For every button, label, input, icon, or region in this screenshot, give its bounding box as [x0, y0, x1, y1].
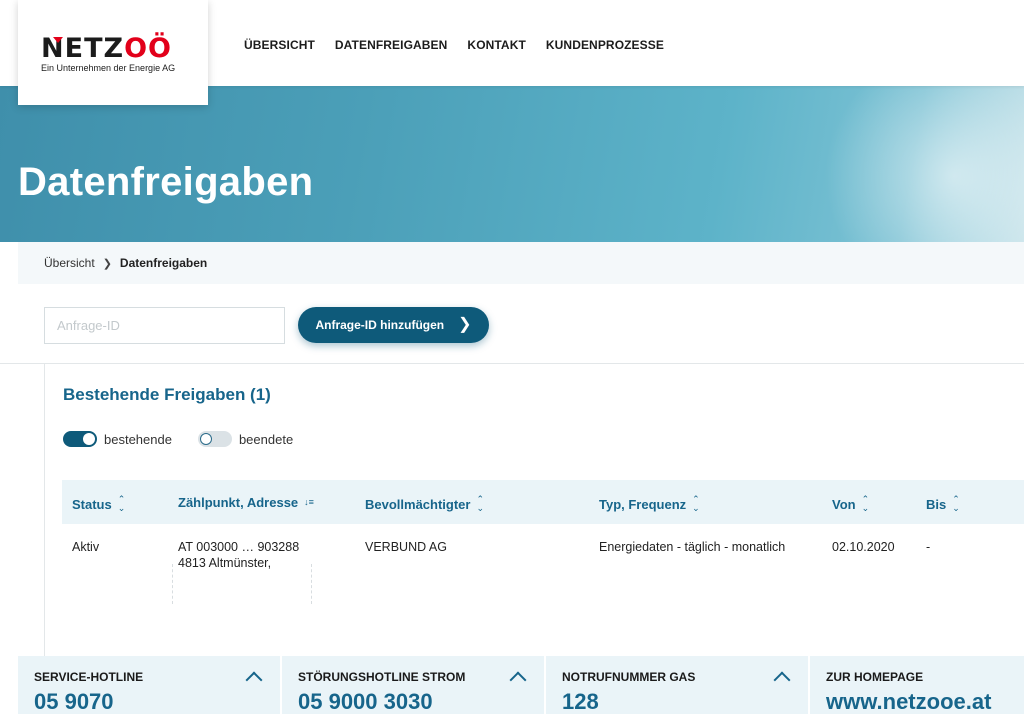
- footer-label: Störungshotline Strom: [298, 670, 466, 684]
- nav-item-kontakt[interactable]: Kontakt: [467, 38, 525, 52]
- footer-label: Notrufnummer Gas: [562, 670, 696, 684]
- chevron-up-icon[interactable]: [245, 671, 263, 689]
- page-title: Datenfreigaben: [18, 160, 314, 204]
- add-anfrage-id-button[interactable]: Anfrage-ID hinzufügen ❯: [298, 307, 489, 343]
- cell-zaehlpunkt: AT 003000 … 903288: [178, 540, 300, 554]
- main-navigation: Übersicht Datenfreigaben Kontakt Kundenp…: [244, 38, 664, 52]
- logo-subtitle: Ein Unternehmen der Energie AG: [41, 63, 176, 73]
- chevron-up-icon[interactable]: [773, 671, 791, 689]
- column-header-bevollmaechtigter[interactable]: Bevollmächtigter ⌃ ⌄: [365, 495, 484, 513]
- homepage-link[interactable]: www.netzooe.at: [826, 689, 991, 714]
- cell-bis: -: [926, 540, 931, 554]
- cell-von: 02.10.2020: [832, 540, 895, 554]
- footer-service-hotline: Service-Hotline 05 9070: [18, 656, 282, 714]
- sort-updown-icon: ⌃ ⌄: [692, 494, 700, 513]
- footer-stoerungshotline-strom: Störungshotline Strom 05 9000 3030: [282, 656, 546, 714]
- breadcrumb: Übersicht ❯ Datenfreigaben: [18, 242, 1024, 284]
- toggle-bestehende[interactable]: bestehende: [63, 431, 172, 447]
- footer-phone-link[interactable]: 05 9070: [34, 689, 114, 714]
- footer-phone-link[interactable]: 128: [562, 689, 599, 714]
- logo-accent-mark: [53, 37, 63, 43]
- toggle-switch-on[interactable]: [63, 431, 97, 447]
- sort-updown-icon: ⌃ ⌄: [952, 494, 960, 513]
- anfrage-id-input[interactable]: [44, 307, 285, 344]
- cell-typ-frequenz: Energiedaten - täglich - monatlich: [599, 540, 786, 554]
- nav-item-datenfreigaben[interactable]: Datenfreigaben: [335, 38, 448, 52]
- chevron-right-icon: ❯: [458, 316, 472, 333]
- sort-descending-icon: ↓≡: [304, 497, 314, 507]
- filter-toggles: bestehende beendete: [63, 431, 319, 447]
- toggle-beendete[interactable]: beendete: [197, 431, 294, 447]
- hotline-footer: Service-Hotline 05 9070 Störungshotline …: [18, 656, 1024, 714]
- table-header: Status ⌃ ⌄ Zählpunkt, Adresse ↓≡ Bevollmäch…: [62, 480, 1024, 524]
- logo[interactable]: NETZOÖ Ein Unternehmen der Energie AG: [18, 0, 208, 105]
- add-anfrage-id-button-label: Anfrage-ID hinzufügen: [315, 318, 445, 332]
- sort-updown-icon: ⌃ ⌄: [117, 494, 126, 513]
- sort-updown-icon: ⌃ ⌄: [861, 494, 870, 513]
- footer-label: Zur Homepage: [826, 670, 924, 684]
- toggle-knob: [83, 433, 95, 445]
- chevron-right-icon: ❯: [102, 257, 112, 270]
- panel-title: Bestehende Freigaben (1): [63, 385, 271, 404]
- toggle-label: bestehende: [104, 431, 172, 447]
- address-overflow-area: [172, 564, 312, 604]
- breadcrumb-current: Datenfreigaben: [119, 256, 208, 270]
- column-header-zaehlpunkt[interactable]: Zählpunkt, Adresse ↓≡: [178, 495, 314, 510]
- breadcrumb-home-link[interactable]: Übersicht: [44, 256, 95, 270]
- column-header-von[interactable]: Von ⌃ ⌄: [832, 495, 869, 513]
- footer-notrufnummer-gas: Notrufnummer Gas 128: [546, 656, 810, 714]
- nav-item-uebersicht[interactable]: Übersicht: [244, 38, 315, 52]
- footer-phone-link[interactable]: 05 9000 3030: [298, 689, 433, 714]
- freigaben-panel: Bestehende Freigaben (1) bestehende been…: [44, 364, 1024, 656]
- cell-bevollmaechtigter: VERBUND AG: [365, 540, 447, 554]
- cell-status: Aktiv: [72, 540, 100, 554]
- toggle-switch-off[interactable]: [197, 431, 232, 447]
- nav-item-kundenprozesse[interactable]: Kundenprozesse: [546, 38, 664, 52]
- column-header-bis[interactable]: Bis ⌃ ⌄: [926, 495, 960, 513]
- sort-updown-icon: ⌃ ⌄: [476, 494, 485, 513]
- column-header-status[interactable]: Status ⌃ ⌄: [72, 495, 125, 513]
- footer-label: Service-Hotline: [34, 670, 144, 684]
- hero-banner: Datenfreigaben: [0, 86, 1024, 242]
- footer-homepage: Zur Homepage www.netzooe.at: [810, 656, 1024, 714]
- toggle-label: beendete: [238, 431, 294, 447]
- column-header-typ[interactable]: Typ, Frequenz ⌃ ⌄: [599, 495, 700, 513]
- toggle-knob: [199, 433, 212, 445]
- table-row[interactable]: Aktiv AT 003000 … 903288 4813 Altmünster…: [62, 524, 1024, 604]
- chevron-up-icon[interactable]: [509, 671, 527, 689]
